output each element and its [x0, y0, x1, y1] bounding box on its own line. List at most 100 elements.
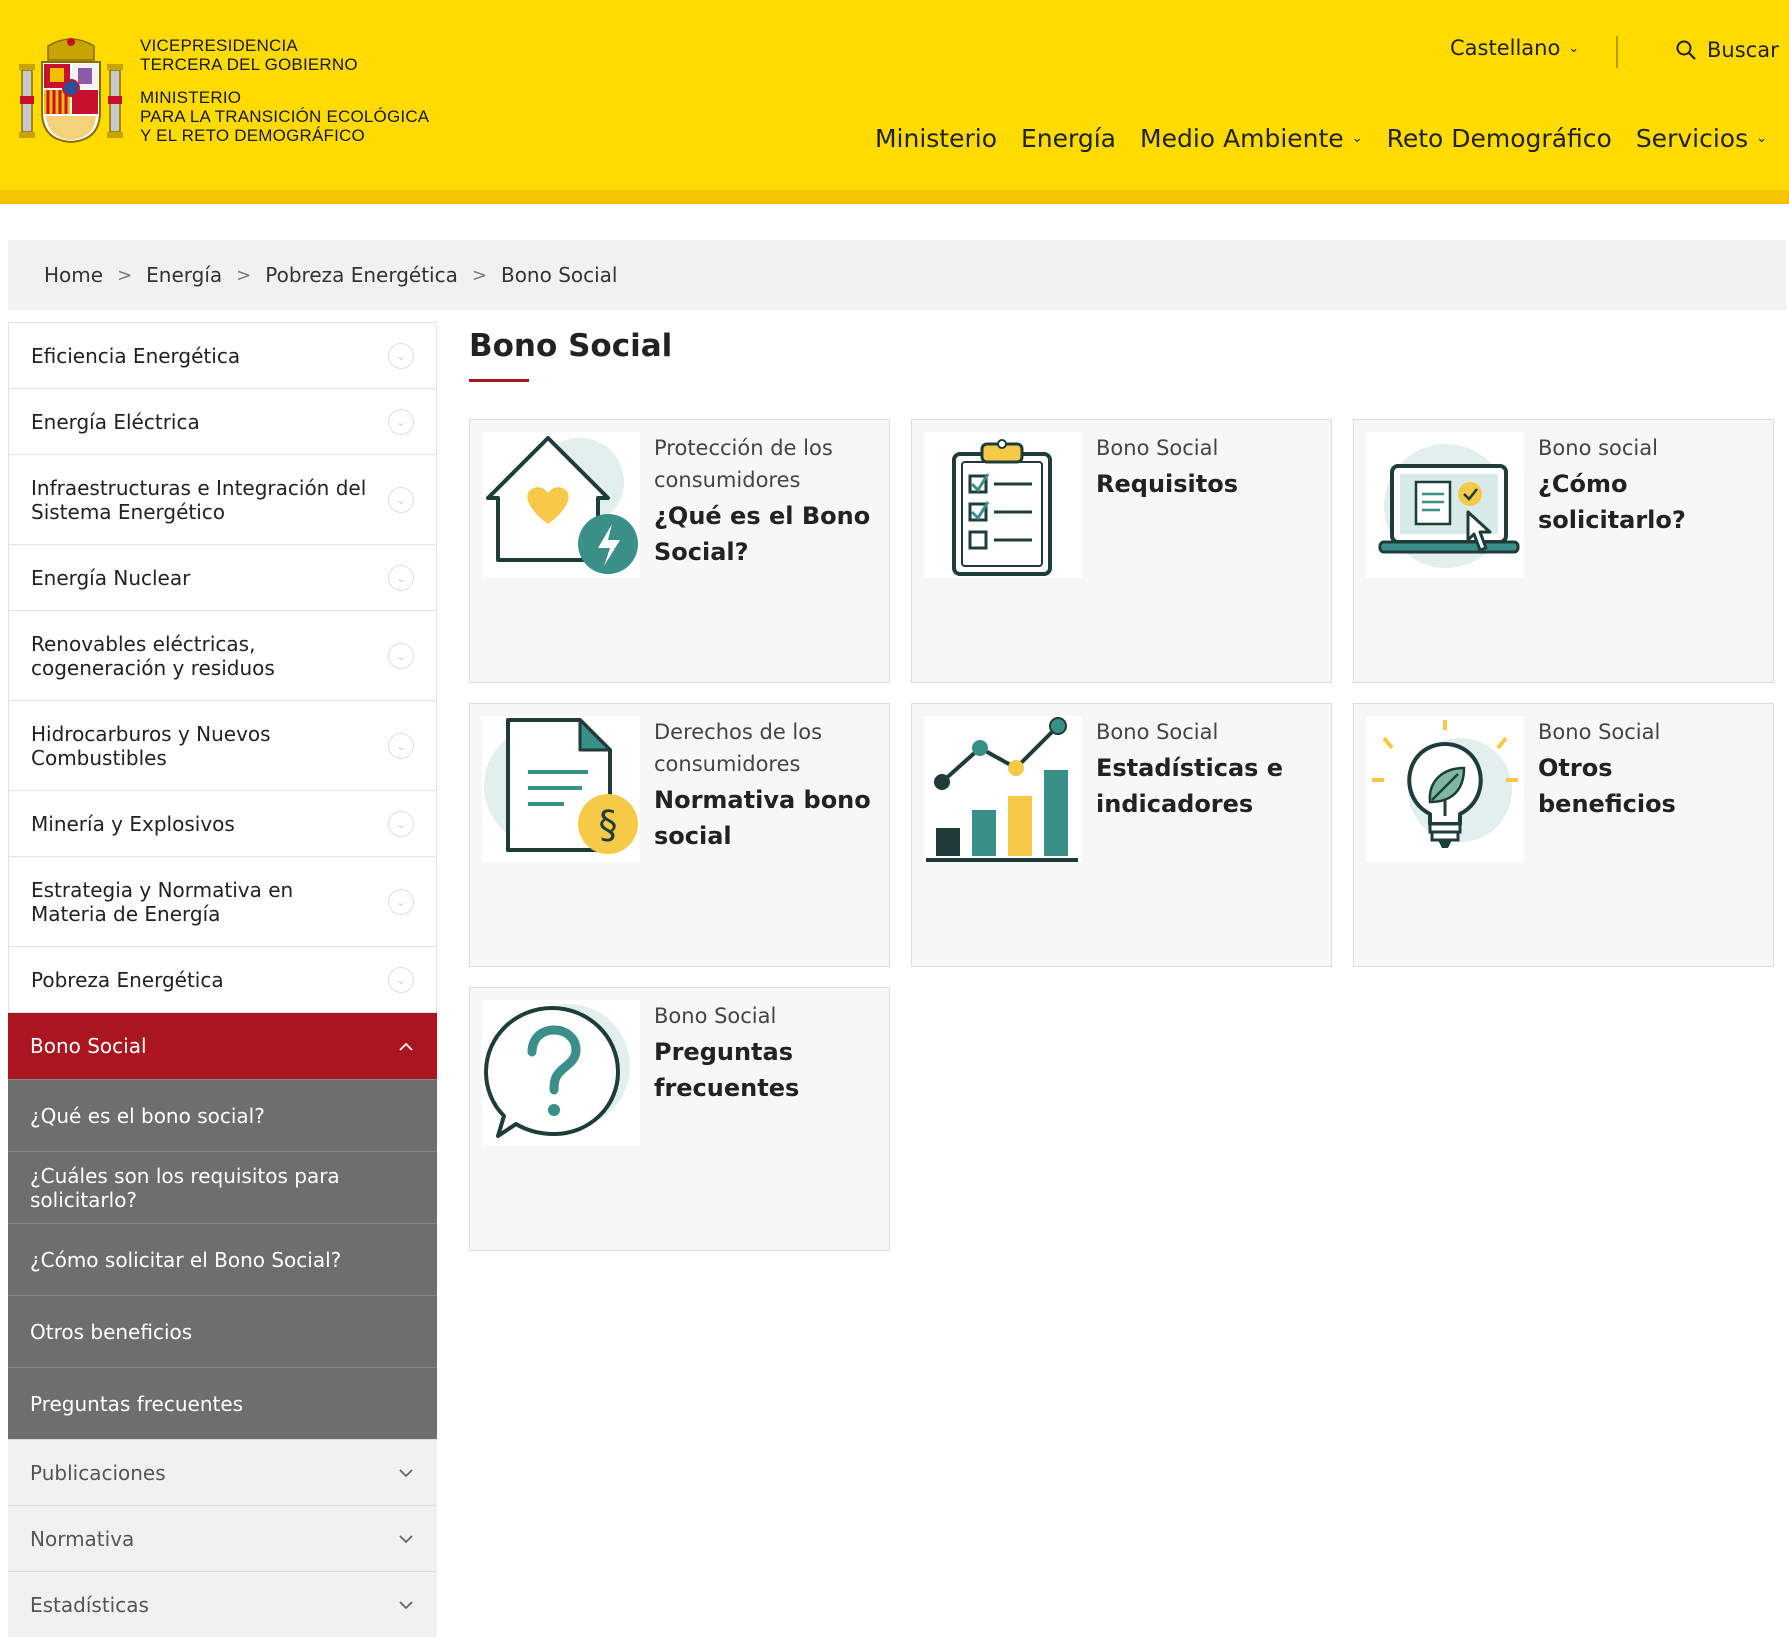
nav-label: Medio Ambiente — [1140, 124, 1344, 153]
sidebar-item-hidrocarburos[interactable]: Hidrocarburos y Nuevos Combustibles ⌄ — [8, 701, 437, 791]
sidebar-item-mineria[interactable]: Minería y Explosivos ⌄ — [8, 791, 437, 857]
chevron-down-icon[interactable]: ⌄ — [388, 966, 414, 993]
sidebar-subitem-requisitos[interactable]: ¿Cuáles son los requisitos para solicita… — [8, 1151, 437, 1223]
breadcrumb-separator: > — [236, 264, 252, 286]
sidebar-item-normativa[interactable]: Normativa — [8, 1505, 437, 1571]
sidebar-item-publicaciones[interactable]: Publicaciones — [8, 1439, 437, 1505]
breadcrumb-separator: > — [117, 264, 133, 286]
question-bubble-icon — [482, 1000, 640, 1146]
chevron-up-icon[interactable] — [397, 1040, 415, 1052]
sidebar-item-energia-electrica[interactable]: Energía Eléctrica ⌄ — [8, 389, 437, 455]
card-preguntas[interactable]: Bono Social Preguntas frecuentes — [469, 987, 890, 1251]
sidebar-item-renovables[interactable]: Renovables eléctricas, cogeneración y re… — [8, 611, 437, 701]
main-nav: Ministerio Energía Medio Ambiente ⌄ Reto … — [875, 124, 1767, 153]
card-title[interactable]: Otros beneficios — [1538, 750, 1758, 822]
card-text: Bono Social Preguntas frecuentes — [654, 1000, 874, 1106]
header-stripe — [0, 190, 1789, 204]
sidebar-subitem-label: ¿Cuáles son los requisitos para solicita… — [30, 1163, 340, 1212]
sidebar-item-label: Eficiencia Energética — [31, 343, 241, 368]
nav-reto-demografico[interactable]: Reto Demográfico — [1387, 124, 1612, 153]
card-text: Bono social ¿Cómo solicitarlo? — [1538, 432, 1758, 538]
clipboard-checklist-icon — [924, 432, 1082, 578]
card-text: Bono Social Otros beneficios — [1538, 716, 1758, 822]
chevron-down-icon[interactable]: ⌄ — [388, 408, 414, 435]
chevron-down-icon: ⌄ — [1568, 40, 1580, 56]
search-button[interactable]: Buscar — [1675, 38, 1779, 62]
language-selector[interactable]: Castellano ⌄ — [1450, 36, 1579, 60]
chevron-down-icon[interactable]: ⌄ — [388, 564, 414, 591]
sidebar-subitem-preguntas[interactable]: Preguntas frecuentes — [8, 1367, 437, 1439]
card-otros-beneficios[interactable]: Bono Social Otros beneficios — [1353, 703, 1774, 967]
chevron-down-icon[interactable]: ⌄ — [388, 486, 414, 513]
chevron-down-icon[interactable]: ⌄ — [388, 888, 414, 915]
gov-line-4: PARA LA TRANSICIÓN ECOLÓGICA — [140, 107, 430, 126]
gov-line-1: VICEPRESIDENCIA — [140, 36, 298, 55]
breadcrumb-home[interactable]: Home — [44, 263, 103, 287]
chevron-down-icon: ⌄ — [1351, 131, 1363, 146]
sidebar-subitem-que-es[interactable]: ¿Qué es el bono social? — [8, 1079, 437, 1151]
document-section-icon: § — [482, 716, 640, 862]
search-icon — [1676, 40, 1696, 60]
card-title[interactable]: Requisitos — [1096, 466, 1316, 502]
nav-label: Reto Demográfico — [1386, 124, 1612, 153]
card-title[interactable]: ¿Cómo solicitarlo? — [1538, 466, 1758, 538]
sidebar-item-nuclear[interactable]: Energía Nuclear ⌄ — [8, 545, 437, 611]
sidebar-subitem-label: Preguntas frecuentes — [30, 1391, 244, 1416]
sidebar-item-label: Renovables eléctricas, cogeneración y re… — [31, 631, 275, 680]
chevron-down-icon[interactable] — [397, 1467, 415, 1479]
search-label: Buscar — [1707, 38, 1779, 62]
language-label: Castellano — [1450, 36, 1561, 60]
sidebar-subitem-otros-beneficios[interactable]: Otros beneficios — [8, 1295, 437, 1367]
sidebar-item-label: Pobreza Energética — [31, 967, 224, 992]
sidebar-item-eficiencia[interactable]: Eficiencia Energética ⌄ — [8, 322, 437, 389]
sidebar-item-infraestructuras[interactable]: Infraestructuras e Integración del Siste… — [8, 455, 437, 545]
card-title[interactable]: ¿Qué es el Bono Social? — [654, 498, 874, 570]
gov-line-3: MINISTERIO — [140, 88, 242, 107]
breadcrumb-pobreza[interactable]: Pobreza Energética — [265, 263, 458, 287]
page-title: Bono Social — [469, 328, 673, 364]
sidebar-item-label: Energía Eléctrica — [31, 409, 200, 434]
sidebar-item-estadisticas[interactable]: Estadísticas — [8, 1571, 437, 1637]
card-text: Protección de los consumidores ¿Qué es e… — [654, 432, 874, 570]
breadcrumb: Home > Energía > Pobreza Energética > Bo… — [8, 240, 1786, 310]
site-header: VICEPRESIDENCIA TERCERA DEL GOBIERNO MIN… — [0, 0, 1789, 204]
card-category: Bono Social — [1096, 720, 1219, 744]
nav-medio-ambiente[interactable]: Medio Ambiente ⌄ — [1140, 124, 1363, 153]
house-heart-energy-icon — [482, 432, 640, 578]
sidebar-item-label: Normativa — [30, 1526, 135, 1551]
sidebar-item-estrategia[interactable]: Estrategia y Normativa en Materia de Ene… — [8, 857, 437, 947]
nav-energia[interactable]: Energía — [1021, 124, 1116, 153]
sidebar-item-label: Energía Nuclear — [31, 565, 191, 590]
gov-line-5: Y EL RETO DEMOGRÁFICO — [140, 126, 365, 145]
card-title[interactable]: Normativa bono social — [654, 782, 874, 854]
card-estadisticas[interactable]: Bono Social Estadísticas e indicadores — [911, 703, 1332, 967]
card-title[interactable]: Preguntas frecuentes — [654, 1034, 874, 1106]
card-como-solicitar[interactable]: Bono social ¿Cómo solicitarlo? — [1353, 419, 1774, 683]
lightbulb-leaf-icon — [1366, 716, 1524, 862]
nav-label: Servicios — [1635, 124, 1749, 153]
sidebar-item-bono-social[interactable]: Bono Social — [8, 1013, 437, 1079]
nav-servicios[interactable]: Servicios ⌄ — [1636, 124, 1767, 153]
card-title[interactable]: Estadísticas e indicadores — [1096, 750, 1316, 822]
ministry-name[interactable]: VICEPRESIDENCIA TERCERA DEL GOBIERNO MIN… — [140, 36, 429, 145]
coat-of-arms-icon[interactable] — [18, 36, 124, 146]
chevron-down-icon[interactable]: ⌄ — [388, 342, 414, 369]
card-normativa[interactable]: § Derechos de los consumidores Normativa… — [469, 703, 890, 967]
sidebar-subitem-como-solicitar[interactable]: ¿Cómo solicitar el Bono Social? — [8, 1223, 437, 1295]
sidebar-item-pobreza[interactable]: Pobreza Energética ⌄ — [8, 947, 437, 1013]
card-que-es[interactable]: Protección de los consumidores ¿Qué es e… — [469, 419, 890, 683]
sidebar-item-label: Estrategia y Normativa en Materia de Ene… — [31, 877, 294, 926]
breadcrumb-energia[interactable]: Energía — [146, 263, 222, 287]
card-category: Protección de los consumidores — [654, 436, 833, 492]
sidebar-nav: Eficiencia Energética ⌄ Energía Eléctric… — [8, 322, 437, 1637]
chevron-down-icon[interactable] — [397, 1533, 415, 1545]
chevron-down-icon[interactable]: ⌄ — [388, 810, 414, 837]
nav-label: Energía — [1021, 124, 1116, 153]
sidebar-item-label: Bono Social — [30, 1034, 147, 1058]
nav-ministerio[interactable]: Ministerio — [875, 124, 997, 153]
gov-line-2: TERCERA DEL GOBIERNO — [140, 55, 358, 74]
chevron-down-icon[interactable] — [397, 1599, 415, 1611]
chevron-down-icon[interactable]: ⌄ — [388, 642, 414, 669]
card-requisitos[interactable]: Bono Social Requisitos — [911, 419, 1332, 683]
chevron-down-icon[interactable]: ⌄ — [388, 732, 414, 759]
